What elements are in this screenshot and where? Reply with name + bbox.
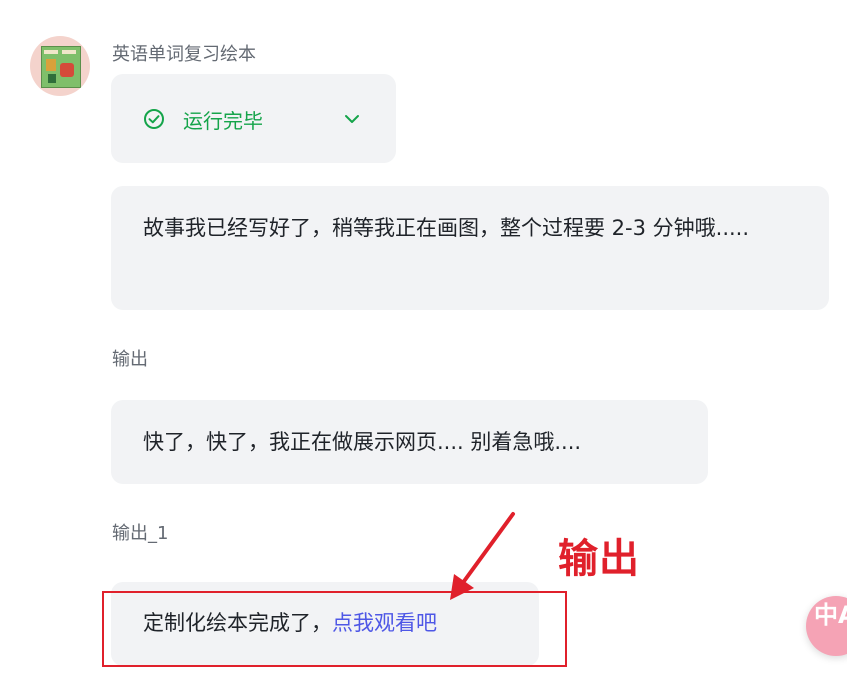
message-text: 故事我已经写好了，稍等我正在画图，整个过程要 2-3 分钟哦..... xyxy=(143,216,750,240)
check-circle-icon xyxy=(144,109,164,129)
run-status-text: 运行完毕 xyxy=(183,109,263,133)
translate-icon: 中A xyxy=(814,601,847,629)
annotation-label: 输出 xyxy=(558,536,640,582)
output-1-label: 输出_1 xyxy=(112,523,169,544)
message-bubble: 快了，快了，我正在做展示网页.... 别着急哦.... xyxy=(111,400,708,484)
message-text: 快了，快了，我正在做展示网页.... 别着急哦.... xyxy=(143,430,582,454)
chevron-down-icon[interactable] xyxy=(341,108,363,130)
bot-avatar xyxy=(30,36,90,96)
sender-name: 英语单词复习绘本 xyxy=(112,44,256,65)
annotation-arrow-icon xyxy=(450,512,515,600)
message-bubble: 故事我已经写好了，稍等我正在画图，整个过程要 2-3 分钟哦..... xyxy=(111,186,829,310)
output-label: 输出 xyxy=(112,349,148,370)
picture-book-thumbnail xyxy=(41,46,81,88)
run-status-card[interactable]: 运行完毕 xyxy=(111,74,396,163)
translate-button[interactable]: 中A xyxy=(806,596,847,656)
